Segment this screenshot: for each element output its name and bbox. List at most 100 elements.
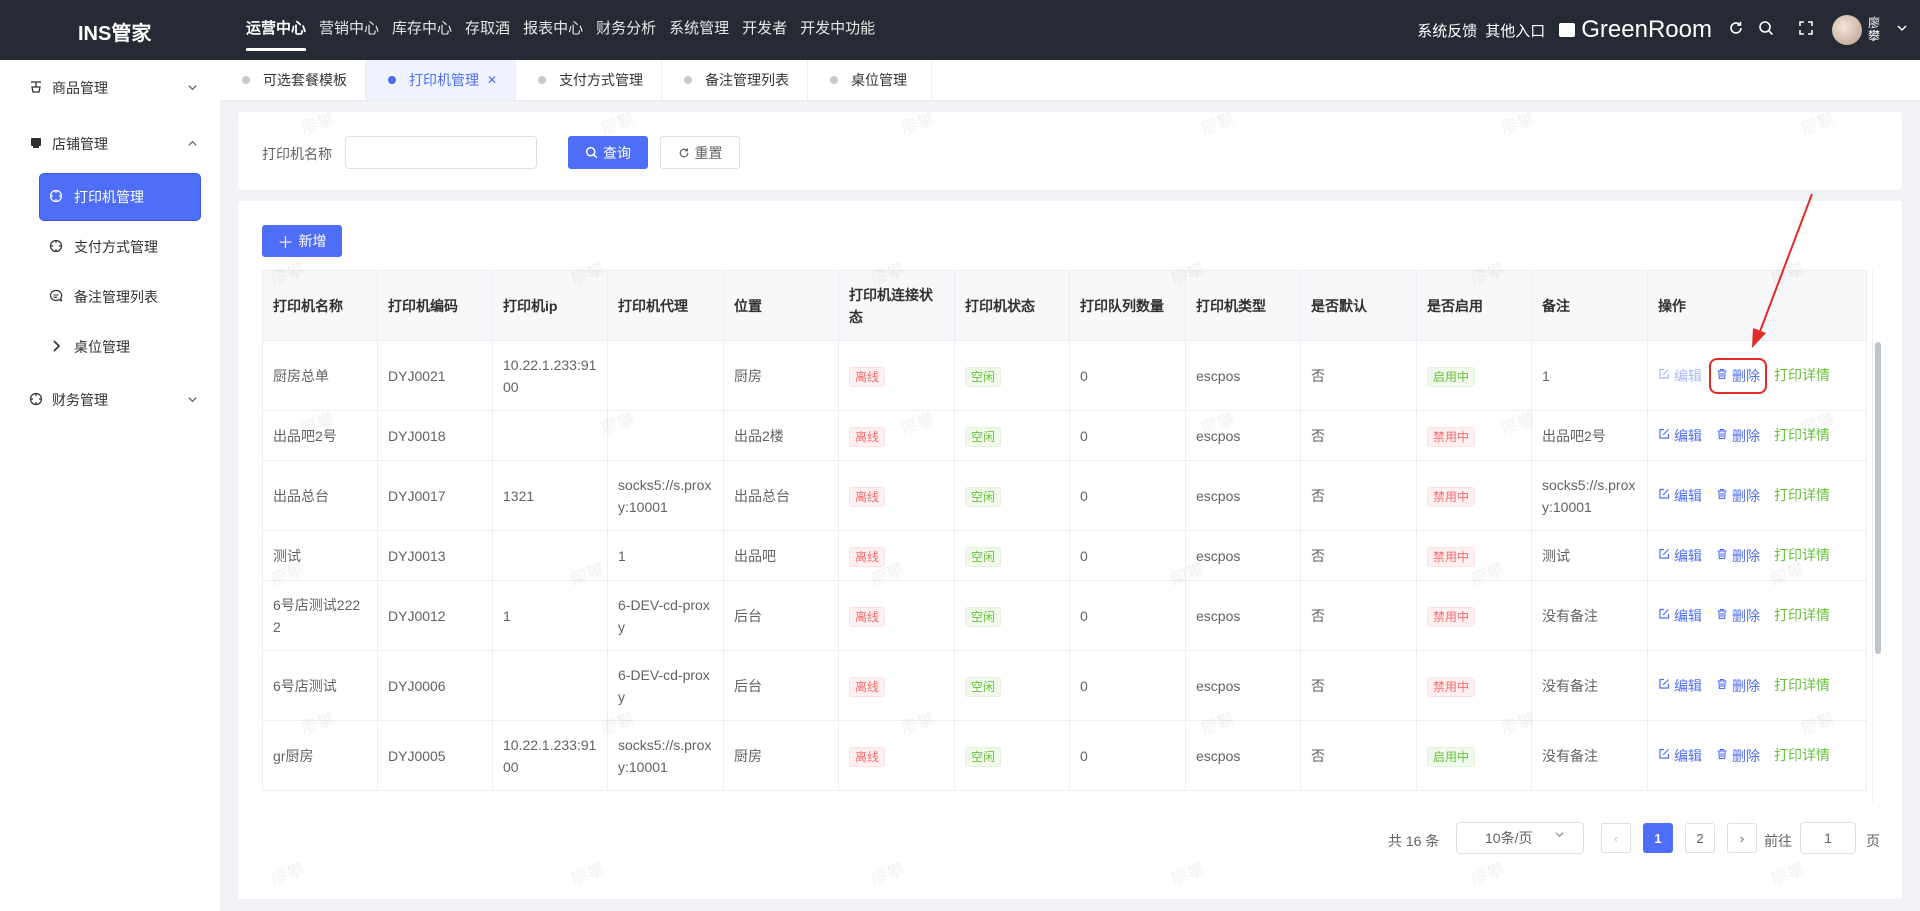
tab-printer-management[interactable]: 打印机管理 ✕	[366, 60, 517, 100]
sidebar-item-printer-management[interactable]: 打印机管理	[40, 174, 200, 220]
edit-button[interactable]: 编辑	[1658, 675, 1702, 697]
print-detail-button[interactable]: 打印详情	[1774, 364, 1830, 386]
goto-label: 前往	[1764, 833, 1792, 849]
cell-location: 出品吧	[723, 530, 839, 581]
cell-location: 出品总台	[723, 460, 839, 531]
cell-printer-proxy: 1	[607, 530, 724, 581]
table-row: 6号店测试2222 DYJ0012 1 6-DEV-cd-proxy 后台 离线 空闲 0 es…	[262, 580, 1867, 651]
delete-button[interactable]: 删除	[1716, 545, 1760, 567]
other-entry-link[interactable]: 其他入口	[1485, 20, 1545, 41]
print-detail-button[interactable]: 打印详情	[1774, 424, 1830, 446]
top-nav-operations[interactable]: 运营中心	[246, 0, 307, 60]
prev-page-button[interactable]: ‹	[1601, 823, 1631, 853]
top-nav-reports[interactable]: 报表中心	[523, 0, 583, 60]
reset-button[interactable]: 重置	[660, 136, 740, 169]
goto-page-input[interactable]	[1800, 822, 1856, 854]
print-detail-button[interactable]: 打印详情	[1774, 604, 1830, 626]
tab-remark-list[interactable]: 备注管理列表	[662, 60, 809, 100]
edit-button[interactable]: 编辑	[1658, 425, 1702, 447]
add-button-label: 新增	[298, 233, 327, 249]
edit-button[interactable]: 编辑	[1658, 365, 1702, 387]
fullscreen-icon[interactable]	[1786, 20, 1826, 40]
edit-button[interactable]: 编辑	[1658, 745, 1702, 767]
top-nav-wine-storage[interactable]: 存取酒	[465, 0, 510, 60]
sidebar-group-finance[interactable]: 财务管理	[0, 380, 220, 420]
top-nav-system[interactable]: 系统管理	[669, 0, 729, 60]
print-detail-button[interactable]: 打印详情	[1774, 544, 1830, 566]
sidebar-item-remark-list[interactable]: 备注管理列表	[40, 274, 200, 320]
print-detail-button[interactable]: 打印详情	[1774, 744, 1830, 766]
print-detail-button[interactable]: 打印详情	[1774, 484, 1830, 506]
sidebar-group-shop[interactable]: 店铺管理	[0, 124, 220, 164]
table-row: 厨房总单 DYJ0021 10.22.1.233:9100 厨房 离线 空闲 0 escpos…	[262, 340, 1867, 411]
cell-printer-type: escpos	[1185, 460, 1301, 531]
refresh-icon[interactable]	[1726, 20, 1746, 41]
table-body: 厨房总单 DYJ0021 10.22.1.233:9100 厨房 离线 空闲 0 escpos…	[262, 340, 1867, 791]
user-name[interactable]: 廖攀	[1868, 17, 1884, 43]
add-button[interactable]: ＋ 新增	[262, 225, 342, 257]
page-button-1[interactable]: 1	[1643, 823, 1673, 853]
comment-icon	[48, 289, 64, 306]
next-page-button[interactable]: ›	[1727, 823, 1757, 853]
printer-name-input[interactable]	[345, 136, 537, 169]
tab-payment-methods[interactable]: 支付方式管理	[516, 60, 663, 100]
page-button-2[interactable]: 2	[1685, 823, 1715, 853]
column-header: 是否启用	[1416, 270, 1532, 341]
chevron-down-icon[interactable]	[1890, 21, 1914, 39]
feedback-link[interactable]: 系统反馈	[1417, 20, 1477, 41]
table-scrollbar[interactable]	[1872, 270, 1882, 802]
delete-button[interactable]: 删除	[1709, 358, 1767, 394]
cell-printer-status-tag: 空闲	[965, 746, 1002, 767]
tab-label: 桌位管理	[851, 72, 908, 88]
search-icon[interactable]	[1746, 20, 1786, 41]
delete-button[interactable]: 删除	[1716, 745, 1760, 767]
sidebar-item-payment-methods[interactable]: 支付方式管理	[40, 224, 200, 270]
table-row: 测试 DYJ0013 1 出品吧 离线 空闲 0 escpos 否禁用中 测试 编辑 删除 打印详情	[262, 530, 1867, 581]
app-logo[interactable]: INS管家	[78, 17, 151, 46]
query-button[interactable]: 查询	[568, 136, 648, 169]
cell-location: 后台	[723, 650, 839, 721]
cell-remark: 1	[1531, 340, 1648, 411]
cell-is-enabled: 禁用中	[1416, 460, 1532, 531]
delete-button[interactable]: 删除	[1716, 605, 1760, 627]
sidebar-group-products[interactable]: 商品管理	[0, 68, 220, 108]
cell-remark: socks5://s.proxy:10001	[1531, 460, 1648, 531]
page-size-select[interactable]: 10条/页	[1456, 822, 1584, 854]
scrollbar-thumb[interactable]	[1875, 342, 1881, 654]
table-row: 出品总台 DYJ0017 1321 socks5://s.proxy:10001 出品总…	[262, 460, 1867, 531]
sidebar-item-table-seats[interactable]: 桌位管理	[40, 324, 200, 370]
store-name[interactable]: GreenRoom	[1581, 16, 1712, 44]
cell-is-enabled-tag: 禁用中	[1427, 546, 1476, 567]
delete-button[interactable]: 删除	[1716, 485, 1760, 507]
top-nav-developer[interactable]: 开发者	[742, 0, 787, 60]
top-nav-in-development[interactable]: 开发中功能	[800, 0, 875, 60]
cell-location: 厨房	[723, 340, 839, 411]
cell-printer-name: 6号店测试2222	[262, 580, 378, 651]
cell-actions: 编辑 删除 打印详情	[1647, 340, 1867, 411]
edit-button[interactable]: 编辑	[1658, 485, 1702, 507]
cell-remark: 没有备注	[1531, 580, 1648, 651]
top-nav-marketing[interactable]: 营销中心	[319, 0, 379, 60]
close-icon[interactable]: ✕	[487, 73, 497, 87]
search-form: 打印机名称 查询 重置	[238, 112, 1902, 190]
cell-actions: 编辑 删除 打印详情	[1647, 580, 1867, 651]
column-header: 打印机名称	[262, 270, 378, 341]
edit-button-label: 编辑	[1674, 608, 1702, 624]
edit-button-label: 编辑	[1674, 428, 1702, 444]
print-detail-button[interactable]: 打印详情	[1774, 674, 1830, 696]
chevron-up-icon	[187, 137, 198, 152]
shop-icon	[28, 136, 44, 153]
delete-button[interactable]: 删除	[1716, 425, 1760, 447]
chevron-right-icon	[48, 339, 64, 356]
tab-table-seats[interactable]: 桌位管理	[808, 60, 933, 100]
crosshair-icon	[48, 239, 64, 256]
delete-button[interactable]: 删除	[1716, 675, 1760, 697]
edit-button[interactable]: 编辑	[1658, 545, 1702, 567]
avatar[interactable]	[1832, 15, 1862, 45]
edit-button[interactable]: 编辑	[1658, 605, 1702, 627]
tab-label: 备注管理列表	[705, 72, 790, 88]
cell-printer-status: 空闲	[954, 410, 1070, 461]
top-nav-inventory[interactable]: 库存中心	[392, 0, 452, 60]
tab-package-template[interactable]: 可选套餐模板	[220, 60, 366, 100]
top-nav-finance[interactable]: 财务分析	[596, 0, 656, 60]
